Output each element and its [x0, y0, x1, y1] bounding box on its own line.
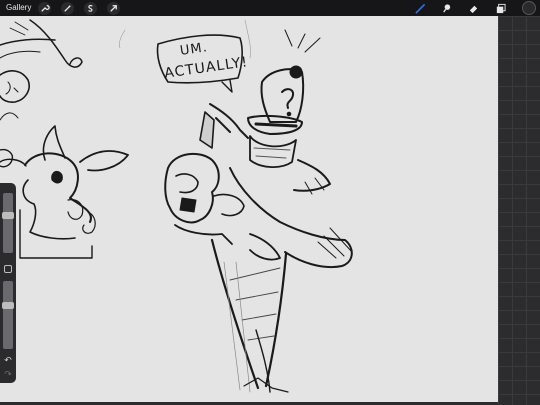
eraser-icon[interactable] [467, 2, 480, 15]
drawing-canvas[interactable]: UM. ACTUALLY! [0, 16, 498, 402]
side-panel [498, 16, 540, 405]
selection-s-icon[interactable] [84, 2, 97, 15]
brush-icon[interactable] [414, 2, 427, 15]
brush-size-slider[interactable] [2, 193, 14, 253]
opacity-thumb[interactable] [2, 302, 14, 309]
opacity-slider[interactable] [2, 281, 14, 349]
undo-button[interactable]: ↶ [3, 355, 13, 365]
redo-button[interactable]: ↷ [3, 369, 13, 379]
gallery-button[interactable]: Gallery [0, 0, 36, 16]
brush-size-thumb[interactable] [2, 212, 14, 219]
layers-icon[interactable] [494, 2, 507, 15]
smudge-icon[interactable] [440, 2, 453, 15]
selection-magic-wand-icon[interactable] [61, 2, 74, 15]
modify-button[interactable] [4, 265, 12, 273]
color-swatch[interactable] [522, 1, 536, 15]
brush-sidebar: ↶ ↷ [0, 183, 16, 383]
transform-arrow-icon[interactable] [107, 2, 120, 15]
adjustments-wrench-icon[interactable] [38, 2, 51, 15]
top-toolbar: Gallery [0, 0, 540, 16]
sketch-artwork [0, 19, 353, 393]
